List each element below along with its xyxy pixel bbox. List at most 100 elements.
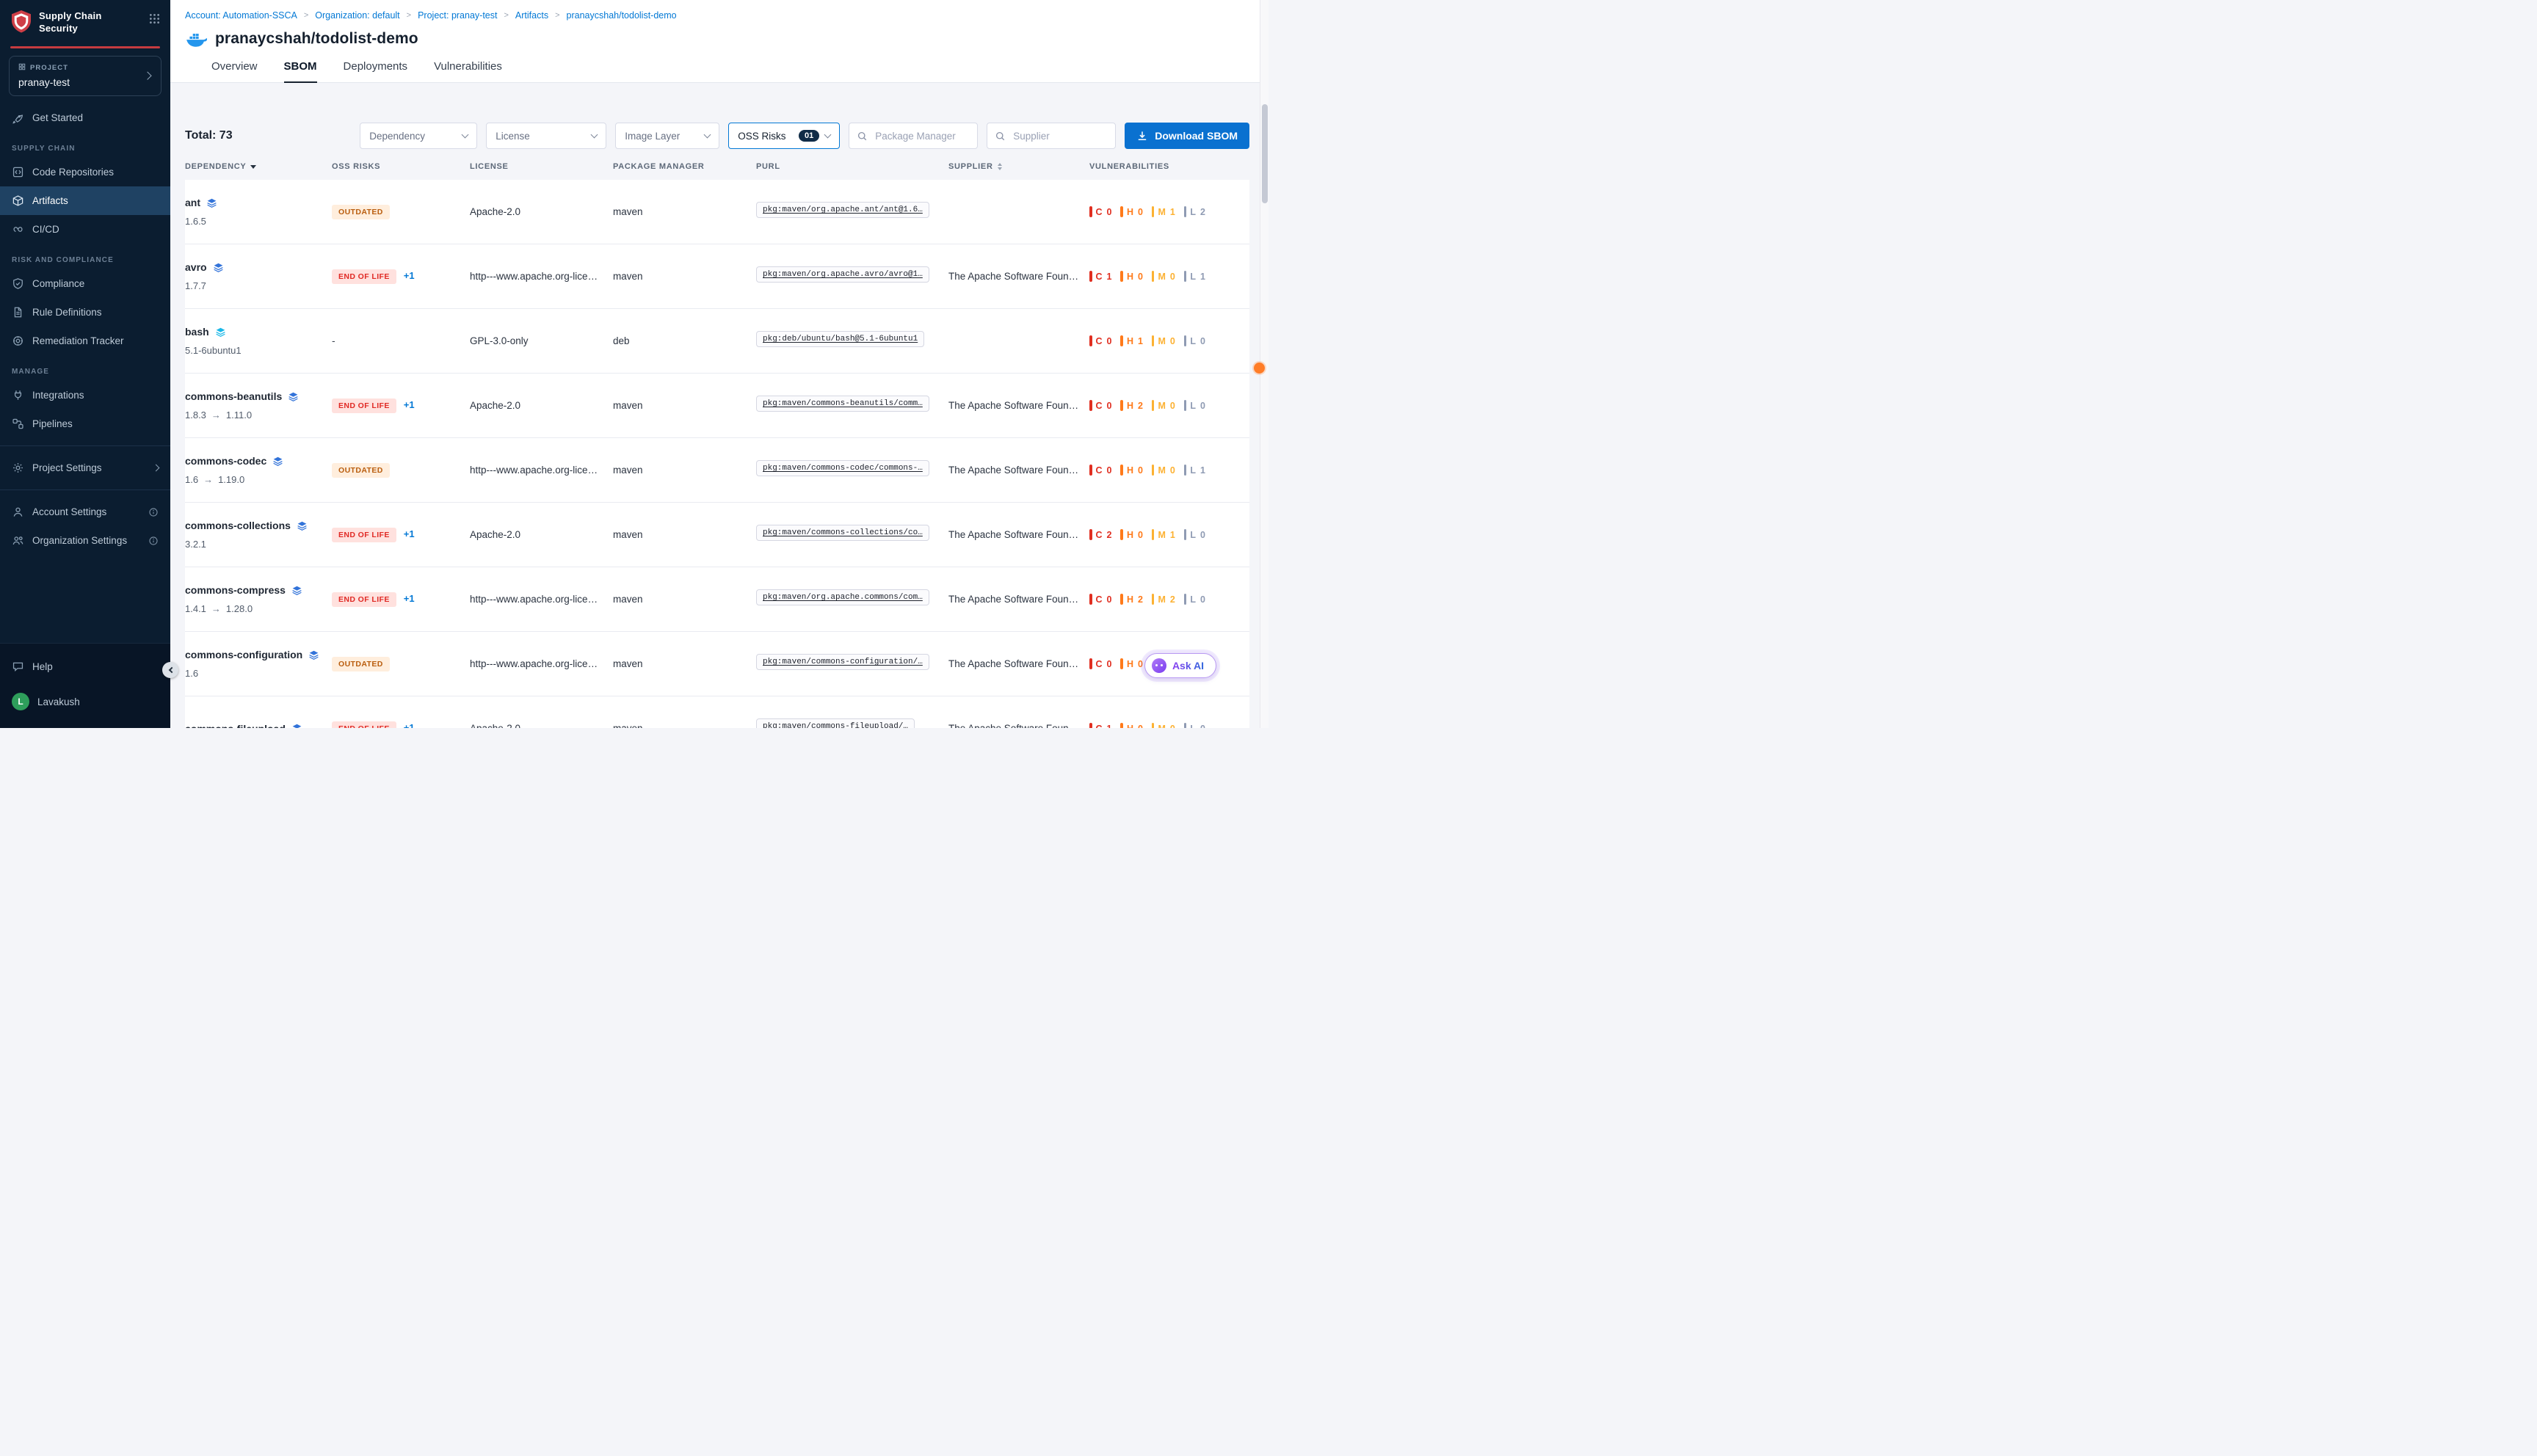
column-header-dependency[interactable]: DEPENDENCY	[185, 162, 332, 171]
supplier: The Apache Software Foun…	[948, 271, 1089, 282]
purl-chip[interactable]: pkg:maven/commons-configuration/…	[756, 654, 929, 670]
divider	[0, 445, 170, 446]
more-risks-link[interactable]: +1	[404, 722, 415, 729]
sidebar-item-get-started[interactable]: Get Started	[0, 103, 170, 132]
filter-dependency[interactable]: Dependency	[360, 123, 477, 149]
supplier: The Apache Software Foun…	[948, 465, 1089, 476]
purl-chip[interactable]: pkg:maven/org.apache.ant/ant@1.6…	[756, 202, 929, 218]
project-selector[interactable]: PROJECT pranay-test	[9, 56, 161, 96]
table-row-commons-fileupload[interactable]: commons-fileuploadEND OF LIFE+1Apache-2.…	[185, 696, 1249, 728]
infinity-icon	[12, 223, 24, 236]
license: http---www.apache.org-lice…	[470, 465, 613, 476]
sidebar-item-label: Compliance	[32, 278, 84, 289]
purl-chip[interactable]: pkg:maven/org.apache.avro/avro@1…	[756, 266, 929, 283]
user-menu[interactable]: L Lavakush	[0, 685, 170, 718]
filter-license[interactable]: License	[486, 123, 606, 149]
sidebar-collapse-handle[interactable]	[162, 662, 178, 678]
purl-chip[interactable]: pkg:maven/commons-collections/co…	[756, 525, 929, 541]
sidebar-item-remediation-tracker[interactable]: Remediation Tracker	[0, 327, 170, 355]
purl-chip[interactable]: pkg:maven/commons-fileupload/…	[756, 718, 915, 728]
license: http---www.apache.org-lice…	[470, 271, 613, 282]
tab-vulnerabilities[interactable]: Vulnerabilities	[434, 60, 502, 82]
sort-icon	[998, 163, 1002, 171]
severity-m: M0	[1152, 271, 1175, 282]
main-area: Account: Automation-SSCA > Organization: d…	[170, 0, 1268, 728]
severity-c: C0	[1089, 594, 1111, 605]
brand-shield-logo	[10, 10, 32, 37]
ask-ai-button[interactable]: Ask AI	[1144, 653, 1216, 678]
table-row-commons-codec[interactable]: commons-codec1.6→1.19.0OUTDATEDhttp---ww…	[185, 438, 1249, 503]
layers-icon	[213, 262, 224, 273]
breadcrumb-link-2[interactable]: Project: pranay-test	[418, 10, 497, 21]
severity-l: L0	[1184, 335, 1205, 346]
download-sbom-button[interactable]: Download SBOM	[1125, 123, 1249, 149]
breadcrumb-link-1[interactable]: Organization: default	[315, 10, 399, 21]
oss-risk-badge: END OF LIFE	[332, 721, 396, 729]
purl-chip[interactable]: pkg:maven/commons-beanutils/comm…	[756, 396, 929, 412]
breadcrumb-link-0[interactable]: Account: Automation-SSCA	[185, 10, 297, 21]
table-row-ant[interactable]: ant1.6.5OUTDATEDApache-2.0mavenpkg:maven…	[185, 180, 1249, 244]
layers-icon	[291, 723, 302, 728]
sidebar-item-project-settings[interactable]: Project Settings	[0, 454, 170, 482]
sidebar-item-help[interactable]: Help	[0, 652, 170, 681]
more-risks-link[interactable]: +1	[404, 399, 415, 410]
dependency-name: commons-fileupload	[185, 723, 323, 729]
severity-l: L1	[1184, 465, 1205, 476]
table-row-avro[interactable]: avro1.7.7END OF LIFE+1http---www.apache.…	[185, 244, 1249, 309]
purl-chip[interactable]: pkg:maven/commons-codec/commons-…	[756, 460, 929, 476]
column-header-supplier[interactable]: SUPPLIER	[948, 162, 1089, 171]
dependency-version: 3.2.1	[185, 539, 323, 550]
supplier-search[interactable]	[987, 123, 1116, 149]
table-row-commons-collections[interactable]: commons-collections3.2.1END OF LIFE+1Apa…	[185, 503, 1249, 567]
dependency-version: 1.8.3→1.11.0	[185, 410, 323, 421]
table-row-commons-compress[interactable]: commons-compress1.4.1→1.28.0END OF LIFE+…	[185, 567, 1249, 632]
filter-oss-risks[interactable]: OSS Risks01	[728, 123, 840, 149]
tab-deployments[interactable]: Deployments	[344, 60, 408, 82]
breadcrumb-link-3[interactable]: Artifacts	[515, 10, 548, 21]
package-manager-search[interactable]	[849, 123, 978, 149]
package-manager-input[interactable]	[874, 130, 970, 142]
more-risks-link[interactable]: +1	[404, 528, 415, 539]
sidebar-item-label: Account Settings	[32, 506, 106, 517]
layers-icon	[215, 327, 226, 338]
severity-l: L0	[1184, 529, 1205, 540]
table-row-commons-beanutils[interactable]: commons-beanutils1.8.3→1.11.0END OF LIFE…	[185, 374, 1249, 438]
layers-icon	[308, 649, 319, 660]
dependency-name: avro	[185, 261, 323, 273]
sidebar-item-account-settings[interactable]: Account Settings	[0, 498, 170, 526]
more-risks-link[interactable]: +1	[404, 593, 415, 604]
breadcrumb-separator: >	[555, 11, 559, 20]
sidebar-item-code-repositories[interactable]: Code Repositories	[0, 158, 170, 186]
sidebar-item-cicd[interactable]: CI/CD	[0, 215, 170, 244]
severity-c: C0	[1089, 335, 1111, 346]
table-row-bash[interactable]: bash5.1-6ubuntu1-GPL-3.0-onlydebpkg:deb/…	[185, 309, 1249, 374]
apps-grid-icon[interactable]	[149, 13, 160, 24]
sidebar-item-organization-settings[interactable]: Organization Settings	[0, 526, 170, 555]
severity-m: M1	[1152, 206, 1175, 217]
supplier-input[interactable]	[1012, 130, 1108, 142]
purl-chip[interactable]: pkg:deb/ubuntu/bash@5.1-6ubuntu1	[756, 331, 924, 347]
notification-dot[interactable]	[1254, 363, 1265, 374]
filter-image-layer[interactable]: Image Layer	[615, 123, 719, 149]
breadcrumb-link-4[interactable]: pranaycshah/todolist-demo	[567, 10, 677, 21]
divider	[0, 489, 170, 490]
sidebar-item-rule-definitions[interactable]: Rule Definitions	[0, 298, 170, 327]
sidebar-item-compliance[interactable]: Compliance	[0, 269, 170, 298]
sidebar-item-artifacts[interactable]: Artifacts	[0, 186, 170, 215]
package-manager: maven	[613, 723, 756, 728]
severity-c: C0	[1089, 206, 1111, 217]
sidebar-item-pipelines[interactable]: Pipelines	[0, 410, 170, 438]
severity-m: M0	[1152, 465, 1175, 476]
breadcrumb-separator: >	[504, 11, 508, 20]
sidebar-item-label: Remediation Tracker	[32, 335, 124, 346]
tab-sbom[interactable]: SBOM	[284, 60, 317, 82]
table-row-commons-configuration[interactable]: commons-configuration1.6OUTDATEDhttp---w…	[185, 632, 1249, 696]
more-risks-link[interactable]: +1	[404, 270, 415, 281]
vulnerability-counts: C0H2M2L0	[1089, 594, 1249, 605]
severity-l: L0	[1184, 594, 1205, 605]
purl-chip[interactable]: pkg:maven/org.apache.commons/com…	[756, 589, 929, 605]
tab-overview[interactable]: Overview	[211, 60, 258, 82]
sidebar-item-integrations[interactable]: Integrations	[0, 381, 170, 410]
scrollbar-thumb[interactable]	[1262, 104, 1268, 203]
dependency-version: 1.6→1.19.0	[185, 474, 323, 485]
